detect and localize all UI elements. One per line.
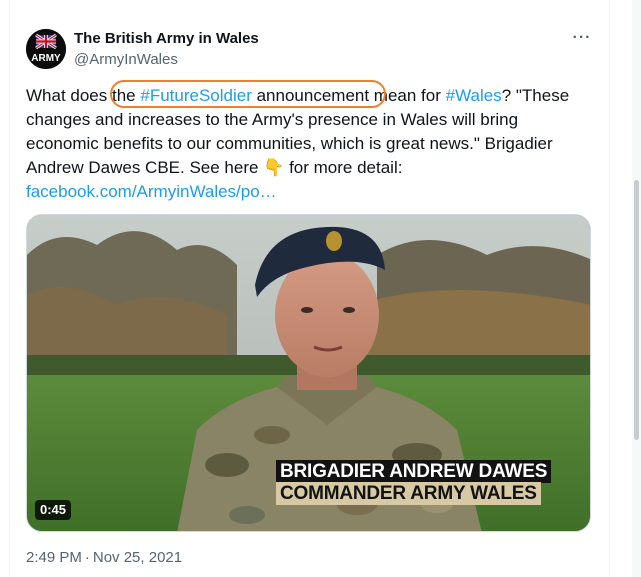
tweet-text-segment: for more detail: — [284, 158, 403, 177]
author-display-name[interactable]: The British Army in Wales — [74, 30, 259, 48]
avatar[interactable]: ARMY — [26, 29, 66, 69]
tweet-text-segment: the — [112, 86, 141, 105]
video-caption-title: COMMANDER ARMY WALES — [276, 482, 541, 505]
tweet-text-segment: Andrew Dawes CBE. See here — [26, 158, 264, 177]
video-caption-name: BRIGADIER ANDREW DAWES — [276, 460, 552, 483]
tweet-date: Nov 25, 2021 — [92, 549, 183, 566]
page-scrollbar[interactable] — [632, 0, 641, 577]
tweet-text-segment: mean for — [369, 86, 446, 105]
facebook-link[interactable]: facebook.com/ArmyinWales/po… — [26, 182, 277, 201]
tweet-text-segment: ? "These — [501, 86, 570, 105]
more-horizontal-icon: ··· — [572, 29, 592, 46]
tweet-text-segment: announcement — [251, 86, 370, 105]
tweet-text: What does the #FutureSoldier announcemen… — [26, 84, 606, 204]
tweet-text-line: economic benefits to our communities, wh… — [26, 134, 553, 153]
pointing-down-emoji: 👇 — [263, 158, 285, 177]
video-duration-badge: 0:45 — [35, 500, 72, 520]
scrollbar-thumb[interactable] — [634, 180, 639, 440]
timeline-border-right — [609, 0, 610, 577]
timestamp-separator: · — [84, 549, 90, 566]
tweet-text-line: changes and increases to the Army's pres… — [26, 110, 519, 129]
more-options-button[interactable]: ··· — [570, 28, 594, 48]
hashtag-futuresoldier-link[interactable]: #FutureSoldier — [140, 86, 252, 105]
timeline-border-left — [9, 0, 10, 577]
tweet-time: 2:49 PM — [26, 549, 82, 566]
hashtag-wales-link[interactable]: #Wales — [446, 86, 502, 105]
author-handle[interactable]: @ArmyInWales — [74, 51, 178, 69]
tweet-timestamp[interactable]: 2:49 PM · Nov 25, 2021 — [26, 549, 182, 567]
avatar-logo-text: ARMY — [31, 53, 61, 64]
tweet-text-segment: What does — [26, 86, 112, 105]
